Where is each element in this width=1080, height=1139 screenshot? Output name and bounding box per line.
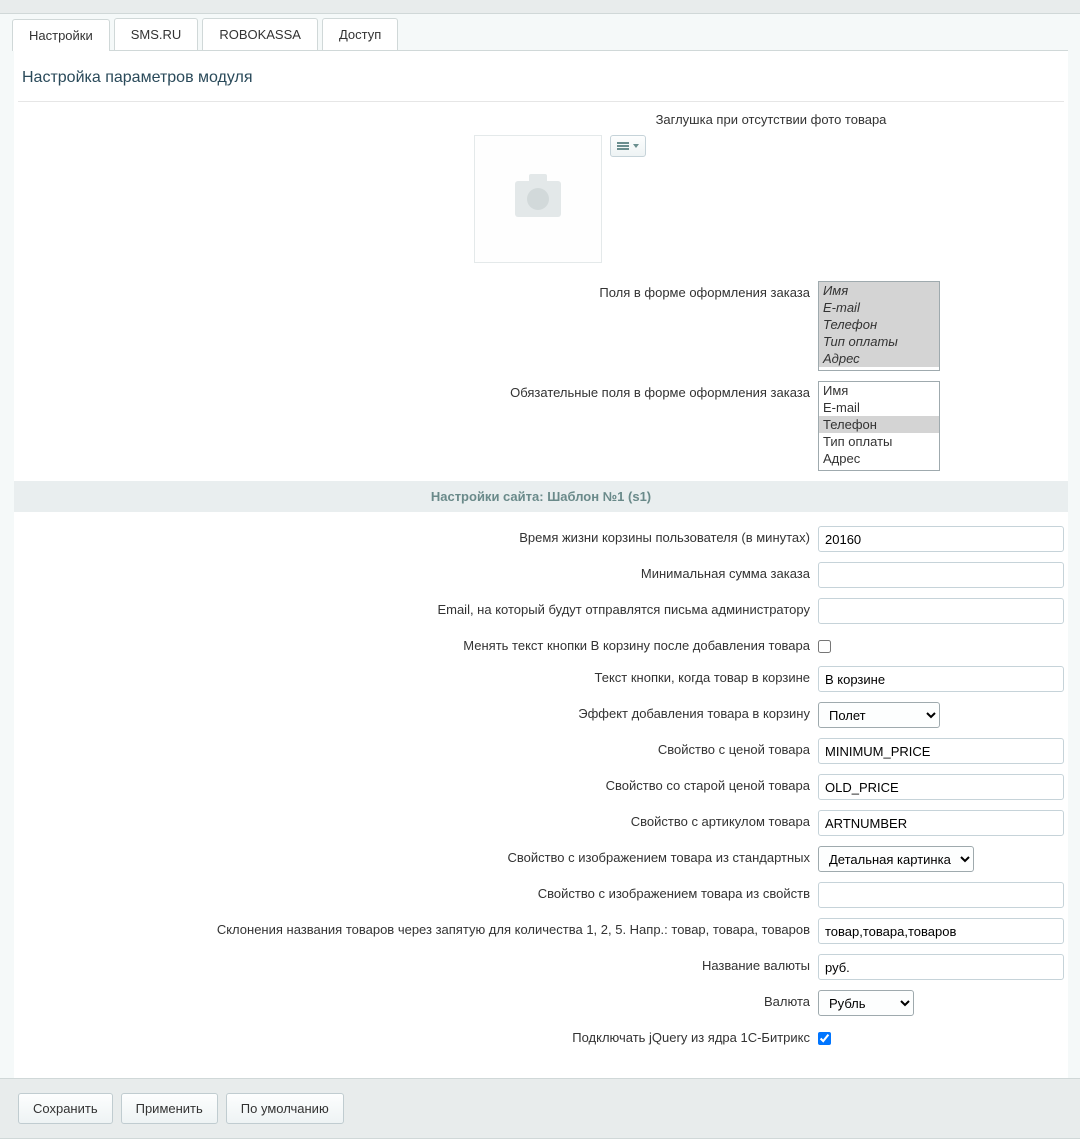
camera-icon bbox=[515, 181, 561, 217]
currency-label: Валюта bbox=[18, 990, 818, 1009]
order-fields-listbox[interactable]: Имя E-mail Телефон Тип оплаты Адрес bbox=[818, 281, 940, 371]
list-item[interactable]: E-mail bbox=[819, 399, 939, 416]
tab-access[interactable]: Доступ bbox=[322, 18, 398, 50]
list-item[interactable]: Тип оплаты bbox=[819, 433, 939, 450]
img-std-select[interactable]: Детальная картинка bbox=[818, 846, 974, 872]
change-btn-checkbox[interactable] bbox=[818, 640, 831, 653]
chevron-down-icon bbox=[633, 144, 639, 148]
list-item[interactable]: Имя bbox=[819, 382, 939, 399]
required-fields-label: Обязательные поля в форме оформления зак… bbox=[18, 381, 818, 400]
save-button[interactable]: Сохранить bbox=[18, 1093, 113, 1124]
list-item[interactable]: Адрес bbox=[819, 350, 939, 367]
required-fields-listbox[interactable]: Имя E-mail Телефон Тип оплаты Адрес bbox=[818, 381, 940, 471]
btn-text-label: Текст кнопки, когда товар в корзине bbox=[18, 666, 818, 685]
list-item[interactable]: Имя bbox=[819, 282, 939, 299]
section-header: Настройки сайта: Шаблон №1 (s1) bbox=[14, 481, 1068, 512]
currency-name-label: Название валюты bbox=[18, 954, 818, 973]
tab-robokassa[interactable]: ROBOKASSA bbox=[202, 18, 318, 50]
sku-prop-label: Свойство с артикулом товара bbox=[18, 810, 818, 829]
image-upload-menu-button[interactable] bbox=[610, 135, 646, 157]
button-bar: Сохранить Применить По умолчанию bbox=[0, 1078, 1080, 1139]
apply-button[interactable]: Применить bbox=[121, 1093, 218, 1124]
tab-smsru[interactable]: SMS.RU bbox=[114, 18, 199, 50]
declension-input[interactable] bbox=[818, 918, 1064, 944]
cart-life-input[interactable] bbox=[818, 526, 1064, 552]
image-placeholder bbox=[474, 135, 602, 263]
old-price-prop-label: Свойство со старой ценой товара bbox=[18, 774, 818, 793]
currency-name-input[interactable] bbox=[818, 954, 1064, 980]
content-panel: Настройка параметров модуля Заглушка при… bbox=[14, 50, 1068, 1078]
add-effect-label: Эффект добавления товара в корзину bbox=[18, 702, 818, 721]
list-item[interactable]: Телефон bbox=[819, 316, 939, 333]
btn-text-input[interactable] bbox=[818, 666, 1064, 692]
min-sum-label: Минимальная сумма заказа bbox=[18, 562, 818, 581]
list-item[interactable]: Телефон bbox=[819, 416, 939, 433]
list-item[interactable]: E-mail bbox=[819, 299, 939, 316]
menu-icon bbox=[617, 141, 629, 151]
old-price-prop-input[interactable] bbox=[818, 774, 1064, 800]
price-prop-label: Свойство с ценой товара bbox=[18, 738, 818, 757]
currency-select[interactable]: Рубль bbox=[818, 990, 914, 1016]
price-prop-input[interactable] bbox=[818, 738, 1064, 764]
change-btn-label: Менять текст кнопки В корзину после доба… bbox=[18, 634, 818, 653]
tab-settings[interactable]: Настройки bbox=[12, 19, 110, 51]
add-effect-select[interactable]: Полет bbox=[818, 702, 940, 728]
jquery-checkbox[interactable] bbox=[818, 1032, 831, 1045]
admin-email-input[interactable] bbox=[818, 598, 1064, 624]
stub-label: Заглушка при отсутствии фото товара bbox=[474, 112, 1068, 127]
min-sum-input[interactable] bbox=[818, 562, 1064, 588]
tabs-bar: Настройки SMS.RU ROBOKASSA Доступ bbox=[0, 14, 1080, 50]
declension-label: Склонения названия товаров через запятую… bbox=[18, 918, 818, 937]
cart-life-label: Время жизни корзины пользователя (в мину… bbox=[18, 526, 818, 545]
jquery-label: Подключать jQuery из ядра 1С-Битрикс bbox=[18, 1026, 818, 1045]
list-item[interactable]: Тип оплаты bbox=[819, 333, 939, 350]
img-prop-input[interactable] bbox=[818, 882, 1064, 908]
img-std-label: Свойство с изображением товара из станда… bbox=[18, 846, 818, 865]
top-toolbar bbox=[0, 0, 1080, 14]
list-item[interactable]: Адрес bbox=[819, 450, 939, 467]
default-button[interactable]: По умолчанию bbox=[226, 1093, 344, 1124]
sku-prop-input[interactable] bbox=[818, 810, 1064, 836]
img-prop-label: Свойство с изображением товара из свойст… bbox=[18, 882, 818, 901]
image-stub-area bbox=[474, 135, 1068, 263]
order-fields-label: Поля в форме оформления заказа bbox=[18, 281, 818, 300]
page-title: Настройка параметров модуля bbox=[18, 63, 1064, 102]
admin-email-label: Email, на который будут отправлятся пись… bbox=[18, 598, 818, 617]
